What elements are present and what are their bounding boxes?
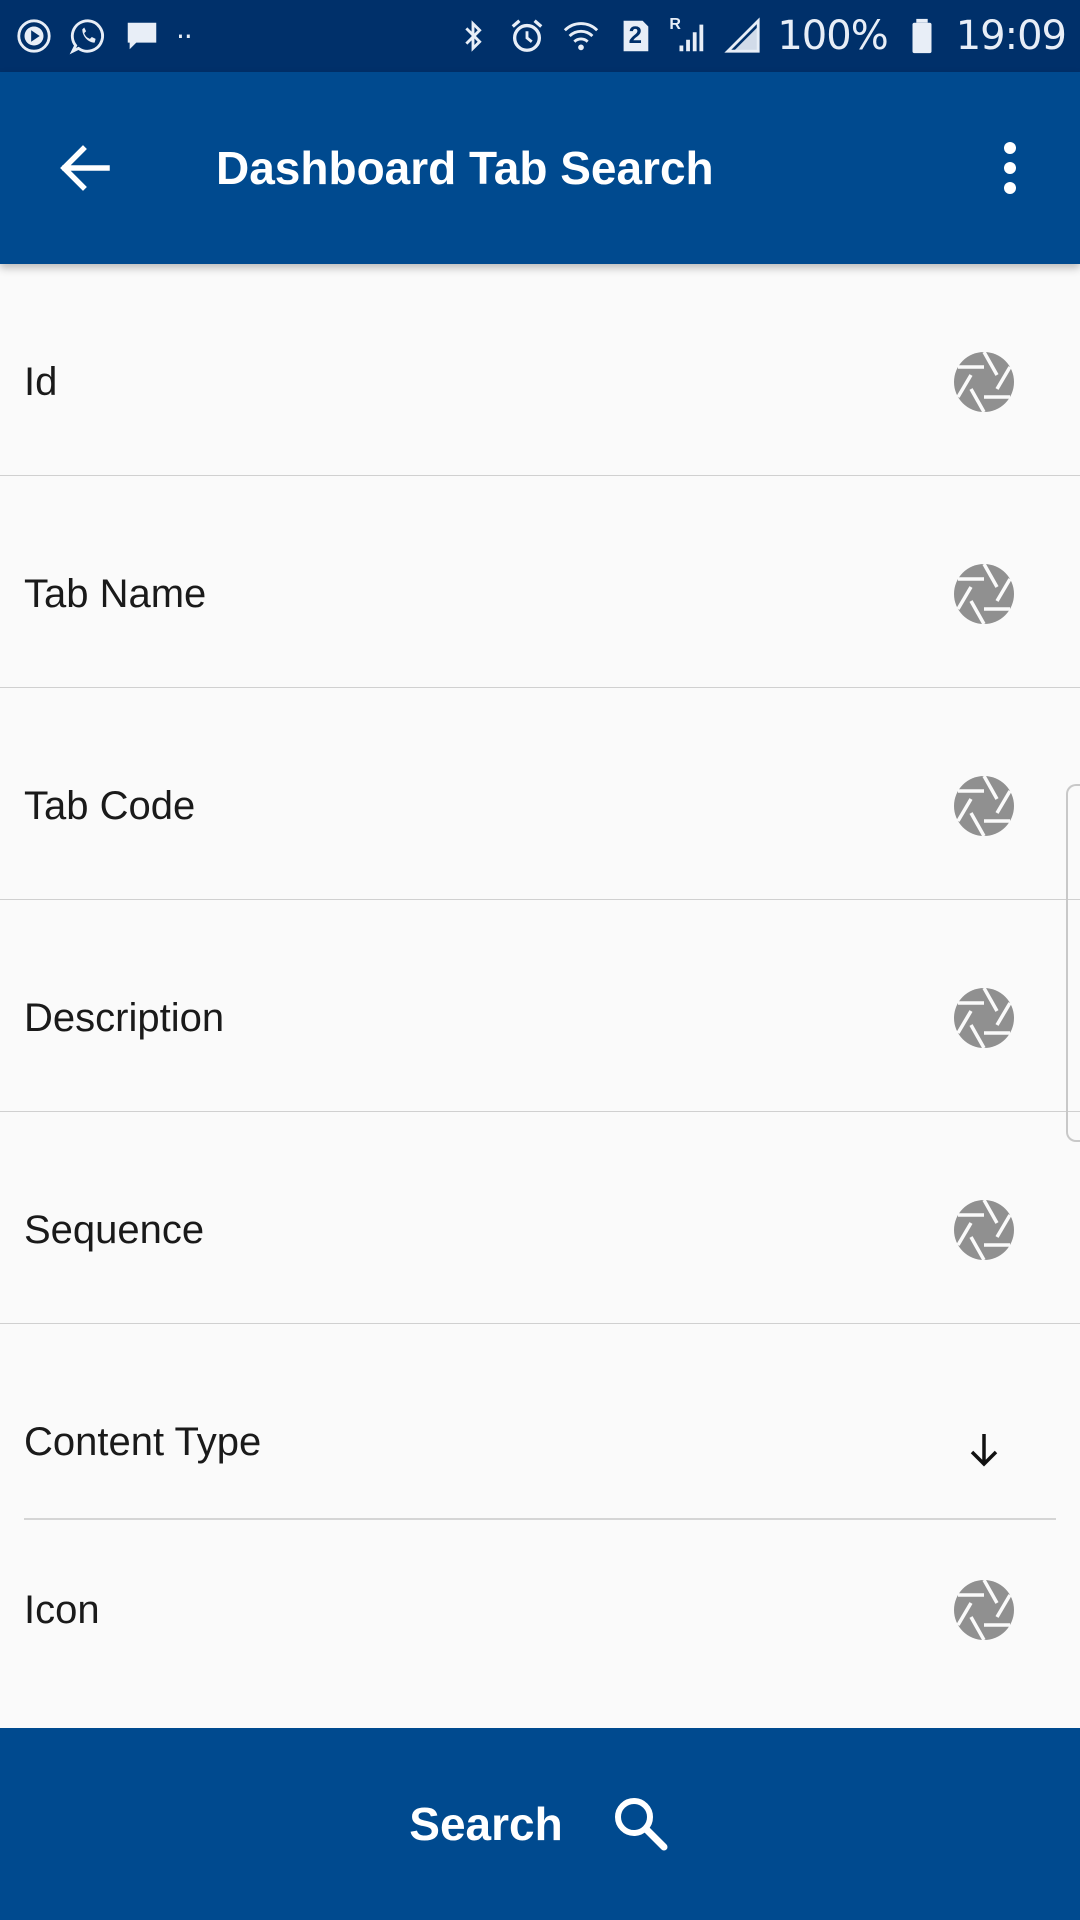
field-label-tab-code: Tab Code bbox=[24, 784, 196, 828]
sim2-badge: 2 bbox=[628, 22, 643, 49]
field-label-content-type: Content Type bbox=[24, 1420, 262, 1464]
camera-aperture-icon[interactable] bbox=[952, 774, 1016, 838]
camera-aperture-icon[interactable] bbox=[952, 986, 1016, 1050]
search-icon bbox=[611, 1794, 671, 1854]
search-field-list: Id Tab Name Tab Code Description Sequenc… bbox=[0, 264, 1080, 1732]
field-label-sequence: Sequence bbox=[24, 1208, 205, 1252]
signal-roaming-icon: R bbox=[669, 16, 709, 56]
battery-percent: 100% bbox=[777, 13, 888, 59]
field-label-id: Id bbox=[24, 360, 58, 404]
camera-aperture-icon[interactable] bbox=[952, 562, 1016, 626]
more-vert-icon bbox=[1004, 142, 1016, 194]
status-right-group: 2 R 100% 19:09 bbox=[453, 13, 1067, 59]
camera-aperture-icon[interactable] bbox=[952, 1578, 1016, 1642]
page-title: Dashboard Tab Search bbox=[216, 142, 714, 194]
back-button[interactable] bbox=[40, 128, 130, 208]
wifi-icon bbox=[561, 16, 601, 56]
sim2-icon: 2 bbox=[615, 16, 655, 56]
field-row-sequence[interactable]: Sequence bbox=[0, 1112, 1080, 1324]
scroll-indicator[interactable] bbox=[1066, 784, 1080, 1142]
field-row-description[interactable]: Description bbox=[0, 900, 1080, 1112]
roaming-mark: R bbox=[669, 16, 681, 33]
camera-aperture-icon[interactable] bbox=[952, 350, 1016, 414]
play-notification-icon bbox=[14, 16, 54, 56]
status-overflow-dots: ·· bbox=[176, 19, 193, 53]
arrow-down-icon[interactable] bbox=[952, 1418, 1016, 1482]
search-button[interactable]: Search bbox=[0, 1728, 1080, 1920]
camera-aperture-icon[interactable] bbox=[952, 1198, 1016, 1262]
whatsapp-icon bbox=[68, 16, 108, 56]
field-label-description: Description bbox=[24, 996, 225, 1040]
message-icon bbox=[122, 16, 162, 56]
status-bar: ·· 2 R 100% 19:09 bbox=[0, 0, 1080, 72]
field-row-tab-name[interactable]: Tab Name bbox=[0, 476, 1080, 688]
battery-icon bbox=[902, 16, 942, 56]
field-row-content-type[interactable]: Content Type bbox=[0, 1324, 1080, 1520]
signal-icon bbox=[723, 16, 763, 56]
field-row-tab-code[interactable]: Tab Code bbox=[0, 688, 1080, 900]
overflow-menu-button[interactable] bbox=[975, 128, 1045, 208]
field-label-tab-name: Tab Name bbox=[24, 572, 207, 616]
field-row-icon[interactable]: Icon bbox=[0, 1520, 1080, 1732]
field-row-id[interactable]: Id bbox=[0, 264, 1080, 476]
field-label-icon: Icon bbox=[24, 1588, 100, 1632]
bluetooth-icon bbox=[453, 16, 493, 56]
clock: 19:09 bbox=[955, 13, 1067, 59]
app-bar: Dashboard Tab Search bbox=[0, 72, 1080, 264]
search-button-label: Search bbox=[409, 1798, 563, 1850]
arrow-back-icon bbox=[60, 145, 110, 191]
alarm-icon bbox=[507, 16, 547, 56]
status-left-group: ·· bbox=[14, 16, 193, 56]
